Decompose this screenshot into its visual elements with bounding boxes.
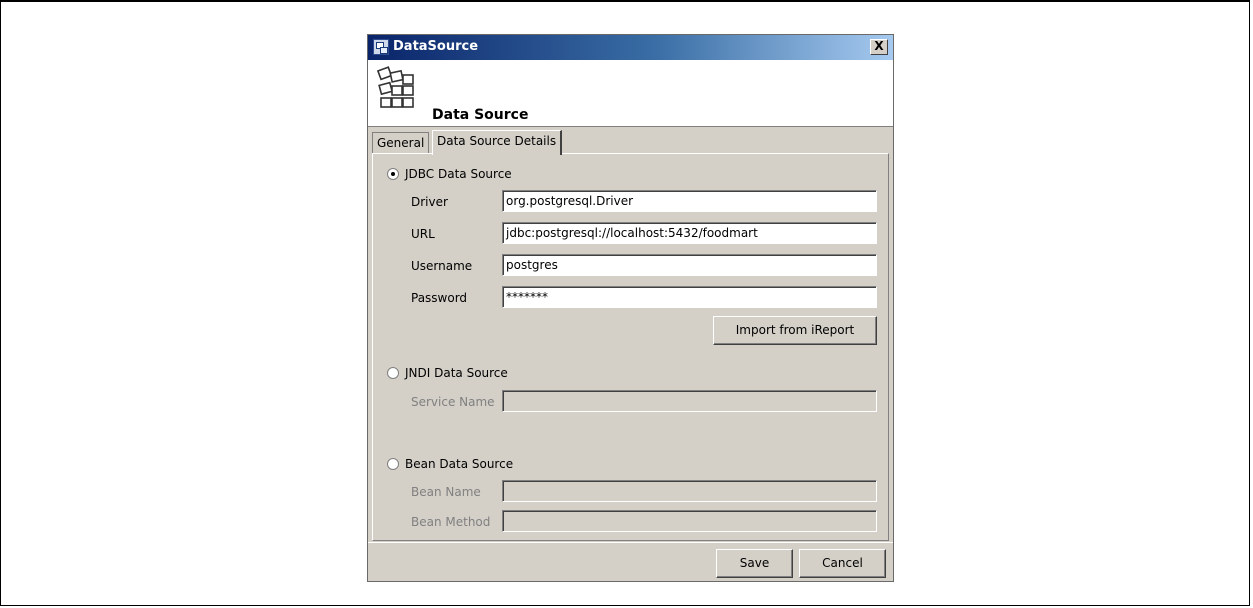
- dialog-header: Data Source: [368, 60, 893, 127]
- jdbc-option[interactable]: JDBC Data Source: [387, 166, 512, 182]
- url-field[interactable]: jdbc:postgresql://localhost:5432/foodmar…: [502, 222, 877, 244]
- driver-label: Driver: [411, 195, 448, 209]
- bean-option[interactable]: Bean Data Source: [387, 456, 513, 472]
- driver-field[interactable]: org.postgresql.Driver: [502, 190, 877, 212]
- service-name-field[interactable]: [502, 390, 877, 412]
- password-label: Password: [411, 291, 468, 305]
- save-button[interactable]: Save: [716, 549, 793, 578]
- close-button[interactable]: X: [870, 39, 888, 55]
- password-field[interactable]: *******: [502, 286, 877, 308]
- username-field[interactable]: postgres: [502, 254, 877, 276]
- import-from-ireport-button[interactable]: Import from iReport: [713, 316, 877, 345]
- username-label: Username: [411, 259, 473, 273]
- jdbc-radio[interactable]: [387, 168, 399, 180]
- header-title: Data Source: [432, 107, 529, 123]
- url-label: URL: [411, 227, 435, 241]
- title-bar[interactable]: DataSource X: [368, 35, 893, 60]
- jndi-option[interactable]: JNDI Data Source: [387, 365, 508, 381]
- bean-method-label: Bean Method: [411, 515, 491, 529]
- jndi-radio[interactable]: [387, 367, 399, 379]
- details-panel: JDBC Data Source Driver org.postgresql.D…: [372, 153, 889, 541]
- service-name-label: Service Name: [411, 395, 495, 409]
- jndi-label: JNDI Data Source: [405, 366, 508, 380]
- bean-name-field[interactable]: [502, 480, 877, 502]
- app-icon: [373, 39, 389, 55]
- tab-data-source-details[interactable]: Data Source Details: [432, 130, 563, 155]
- window-title: DataSource: [393, 39, 479, 54]
- bean-name-label: Bean Name: [411, 485, 481, 499]
- tab-general[interactable]: General: [372, 132, 430, 153]
- jdbc-label: JDBC Data Source: [405, 167, 512, 181]
- datasource-dialog: DataSource X Data Source General Data So…: [367, 34, 894, 582]
- data-source-icon: [376, 66, 414, 108]
- cancel-button[interactable]: Cancel: [799, 549, 886, 578]
- bean-radio[interactable]: [387, 458, 399, 470]
- bean-method-field[interactable]: [502, 510, 877, 532]
- dialog-footer: Save Cancel: [368, 542, 893, 582]
- bean-label: Bean Data Source: [405, 457, 514, 471]
